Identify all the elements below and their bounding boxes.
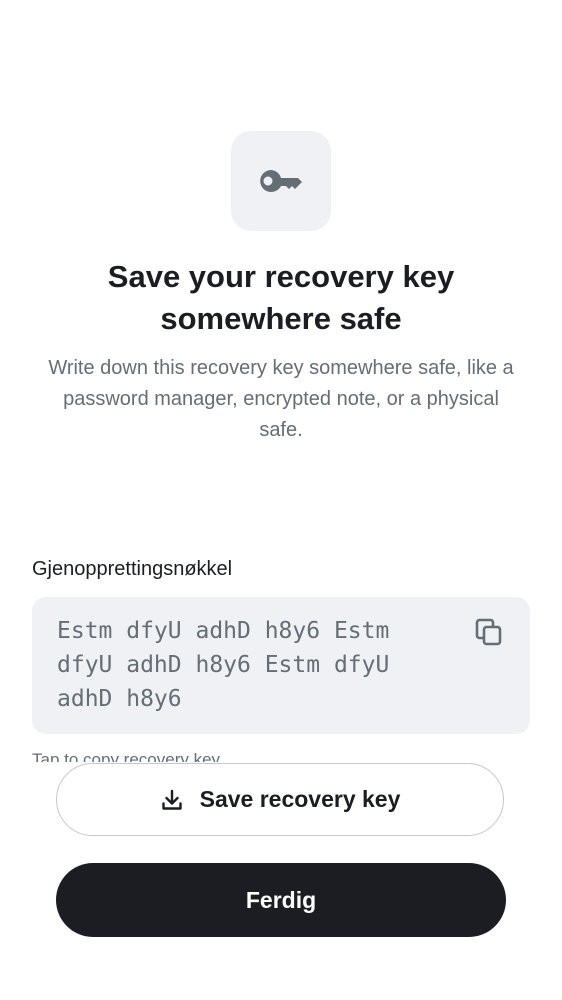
done-button[interactable]: Ferdig: [56, 863, 506, 937]
recovery-key-box[interactable]: Estm dfyU adhD h8y6 Estm dfyU adhD h8y6 …: [32, 597, 530, 734]
recovery-key-screen: Save your recovery key somewhere safe Wr…: [0, 0, 562, 1000]
key-icon-tile: [231, 131, 331, 231]
download-icon: [160, 788, 184, 812]
recovery-key-label: Gjenopprettingsnøkkel: [32, 558, 233, 580]
key-icon: [257, 167, 305, 195]
page-description: Write down this recovery key somewhere s…: [48, 357, 514, 441]
recovery-key-value[interactable]: Estm dfyU adhD h8y6 Estm dfyU adhD h8y6 …: [57, 614, 452, 716]
page-title: Save your recovery key somewhere safe: [107, 259, 455, 336]
copy-icon: [474, 617, 504, 652]
save-recovery-key-button[interactable]: Save recovery key: [56, 763, 504, 836]
done-button-label: Ferdig: [245, 886, 317, 913]
copy-button[interactable]: [469, 614, 509, 654]
save-recovery-key-label: Save recovery key: [199, 786, 401, 812]
copy-hint: Tap to copy recovery key: [32, 750, 221, 762]
